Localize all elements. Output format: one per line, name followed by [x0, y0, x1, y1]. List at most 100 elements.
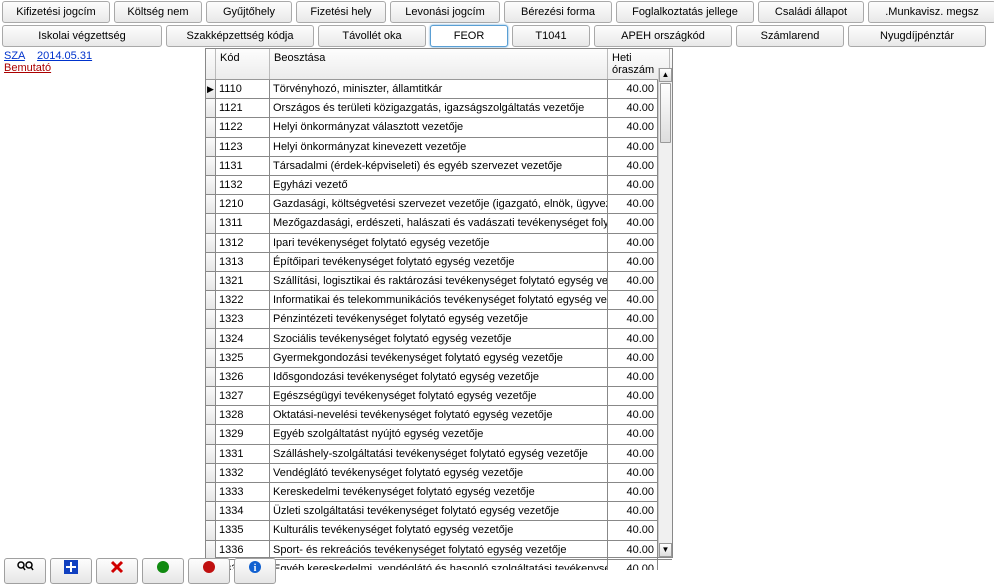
- svg-text:i: i: [254, 563, 257, 574]
- ok-button[interactable]: [142, 558, 184, 584]
- col-header-beosztasa[interactable]: Beosztása: [270, 49, 608, 79]
- table-row[interactable]: 1333Kereskedelmi tevékenységet folytató …: [206, 483, 672, 502]
- cell-beosztasa: Pénzintézeti tevékenységet folytató egys…: [270, 310, 608, 328]
- table-row[interactable]: 1312Ipari tevékenységet folytató egység …: [206, 234, 672, 253]
- table-row[interactable]: 1123Helyi önkormányzat kinevezett vezető…: [206, 138, 672, 157]
- delete-button[interactable]: [96, 558, 138, 584]
- vertical-scrollbar[interactable]: ▲ ▼: [658, 68, 672, 557]
- cell-beosztasa: Informatikai és telekommunikációs tevéke…: [270, 291, 608, 309]
- scroll-up-icon[interactable]: ▲: [659, 68, 672, 82]
- cell-ora: 40.00: [608, 483, 658, 501]
- table-row[interactable]: 1332Vendéglátó tevékenységet folytató eg…: [206, 464, 672, 483]
- cell-beosztasa: Helyi önkormányzat választott vezetője: [270, 118, 608, 136]
- row-marker: [206, 406, 216, 424]
- cell-kod: 1329: [216, 425, 270, 443]
- toolbar-btn-k-lts-g-nem[interactable]: Költség nem: [114, 1, 202, 23]
- cell-beosztasa: Szociális tevékenységet folytató egység …: [270, 329, 608, 347]
- cell-ora: 40.00: [608, 157, 658, 175]
- table-row[interactable]: 1326Idősgondozási tevékenységet folytató…: [206, 368, 672, 387]
- table-row[interactable]: 1313Építőipari tevékenységet folytató eg…: [206, 253, 672, 272]
- tab-apeh-orsz-gk-d[interactable]: APEH országkód: [594, 25, 732, 47]
- tab-szakk-pzetts-g-k-dja[interactable]: Szakképzettség kódja: [166, 25, 314, 47]
- tab-sz-mlarend[interactable]: Számlarend: [736, 25, 844, 47]
- toolbar-btn-gy-jt-hely[interactable]: Gyűjtőhely: [206, 1, 292, 23]
- tab-feor[interactable]: FEOR: [430, 25, 508, 47]
- data-grid[interactable]: Kód Beosztása Heti óraszám ▶1110Törvényh…: [205, 48, 673, 558]
- table-row[interactable]: 1324Szociális tevékenységet folytató egy…: [206, 329, 672, 348]
- table-row[interactable]: 1131Társadalmi (érdek-képviseleti) és eg…: [206, 157, 672, 176]
- cell-ora: 40.00: [608, 234, 658, 252]
- col-header-kod[interactable]: Kód: [216, 49, 270, 79]
- cell-ora: 40.00: [608, 195, 658, 213]
- search-button[interactable]: [4, 558, 46, 584]
- row-marker: [206, 234, 216, 252]
- toolbar-btn-kifizet-si-jogc-m[interactable]: Kifizetési jogcím: [2, 1, 110, 23]
- tab-iskolai-v-gzetts-g[interactable]: Iskolai végzettség: [2, 25, 162, 47]
- info-button[interactable]: i: [234, 558, 276, 584]
- table-row[interactable]: 1334Üzleti szolgáltatási tevékenységet f…: [206, 502, 672, 521]
- grid-header: Kód Beosztása Heti óraszám: [206, 49, 672, 80]
- cell-ora: 40.00: [608, 387, 658, 405]
- table-row[interactable]: ▶1110Törvényhozó, miniszter, államtitkár…: [206, 80, 672, 99]
- toolbar-btn-levon-si-jogc-m[interactable]: Levonási jogcím: [390, 1, 500, 23]
- add-button[interactable]: [50, 558, 92, 584]
- tab-nyugd-jp-nzt-r[interactable]: Nyugdíjpénztár: [848, 25, 986, 47]
- cell-ora: 40.00: [608, 272, 658, 290]
- table-row[interactable]: 1325Gyermekgondozási tevékenységet folyt…: [206, 349, 672, 368]
- cell-ora: 40.00: [608, 118, 658, 136]
- cell-kod: 1327: [216, 387, 270, 405]
- toolbar-btn-csal-di-llapot[interactable]: Családi állapot: [758, 1, 864, 23]
- table-row[interactable]: 1335Kulturális tevékenységet folytató eg…: [206, 521, 672, 540]
- toolbar-btn-foglalkoztat-s-jellege[interactable]: Foglalkoztatás jellege: [616, 1, 754, 23]
- scroll-down-icon[interactable]: ▼: [659, 543, 672, 557]
- scroll-thumb[interactable]: [660, 83, 671, 143]
- bottom-toolbar: i: [0, 556, 280, 586]
- cell-beosztasa: Sport- és rekreációs tevékenységet folyt…: [270, 541, 608, 559]
- table-row[interactable]: 1329Egyéb szolgáltatást nyújtó egység ve…: [206, 425, 672, 444]
- table-row[interactable]: 1210Gazdasági, költségvetési szervezet v…: [206, 195, 672, 214]
- side-link-date[interactable]: 2014.05.31: [37, 50, 92, 62]
- table-row[interactable]: 1311Mezőgazdasági, erdészeti, halászati …: [206, 214, 672, 233]
- cell-kod: 1312: [216, 234, 270, 252]
- row-marker: [206, 195, 216, 213]
- stop-button[interactable]: [188, 558, 230, 584]
- table-row[interactable]: 1328Oktatási-nevelési tevékenységet foly…: [206, 406, 672, 425]
- cell-beosztasa: Ipari tevékenységet folytató egység veze…: [270, 234, 608, 252]
- cell-kod: 1323: [216, 310, 270, 328]
- cell-kod: 1326: [216, 368, 270, 386]
- cell-beosztasa: Szállítási, logisztikai és raktározási t…: [270, 272, 608, 290]
- row-marker: [206, 445, 216, 463]
- table-row[interactable]: 1323Pénzintézeti tevékenységet folytató …: [206, 310, 672, 329]
- cell-ora: 40.00: [608, 560, 658, 570]
- toolbar-btn--munkavisz-megsz[interactable]: .Munkavisz. megsz: [868, 1, 994, 23]
- row-marker: [206, 425, 216, 443]
- toolbar-btn-b-rez-si-forma[interactable]: Bérezési forma: [504, 1, 612, 23]
- tab-t-voll-t-oka[interactable]: Távollét oka: [318, 25, 426, 47]
- cell-ora: 40.00: [608, 138, 658, 156]
- cell-ora: 40.00: [608, 214, 658, 232]
- cell-ora: 40.00: [608, 329, 658, 347]
- cell-beosztasa: Egyéb szolgáltatást nyújtó egység vezető…: [270, 425, 608, 443]
- cell-beosztasa: Egyéb kereskedelmi, vendéglátó és hasonl…: [270, 560, 608, 570]
- side-link-sza[interactable]: SZA: [4, 50, 25, 62]
- row-marker: [206, 329, 216, 347]
- cell-beosztasa: Idősgondozási tevékenységet folytató egy…: [270, 368, 608, 386]
- cell-ora: 40.00: [608, 368, 658, 386]
- cell-kod: 1121: [216, 99, 270, 117]
- row-marker: [206, 291, 216, 309]
- table-row[interactable]: 1322Informatikai és telekommunikációs te…: [206, 291, 672, 310]
- toolbar-btn-fizet-si-hely[interactable]: Fizetési hely: [296, 1, 386, 23]
- row-marker: [206, 464, 216, 482]
- table-row[interactable]: 1121Országos és területi közigazgatás, i…: [206, 99, 672, 118]
- cell-beosztasa: Szálláshely-szolgáltatási tevékenységet …: [270, 445, 608, 463]
- table-row[interactable]: 1321Szállítási, logisztikai és raktározá…: [206, 272, 672, 291]
- side-link-bemutato[interactable]: Bemutató: [4, 62, 51, 74]
- tab-t1041[interactable]: T1041: [512, 25, 590, 47]
- table-row[interactable]: 1122Helyi önkormányzat választott vezető…: [206, 118, 672, 137]
- table-row[interactable]: 1327Egészségügyi tevékenységet folytató …: [206, 387, 672, 406]
- cell-kod: 1328: [216, 406, 270, 424]
- cell-ora: 40.00: [608, 310, 658, 328]
- cell-beosztasa: Üzleti szolgáltatási tevékenységet folyt…: [270, 502, 608, 520]
- table-row[interactable]: 1132Egyházi vezető40.00: [206, 176, 672, 195]
- table-row[interactable]: 1331Szálláshely-szolgáltatási tevékenysé…: [206, 445, 672, 464]
